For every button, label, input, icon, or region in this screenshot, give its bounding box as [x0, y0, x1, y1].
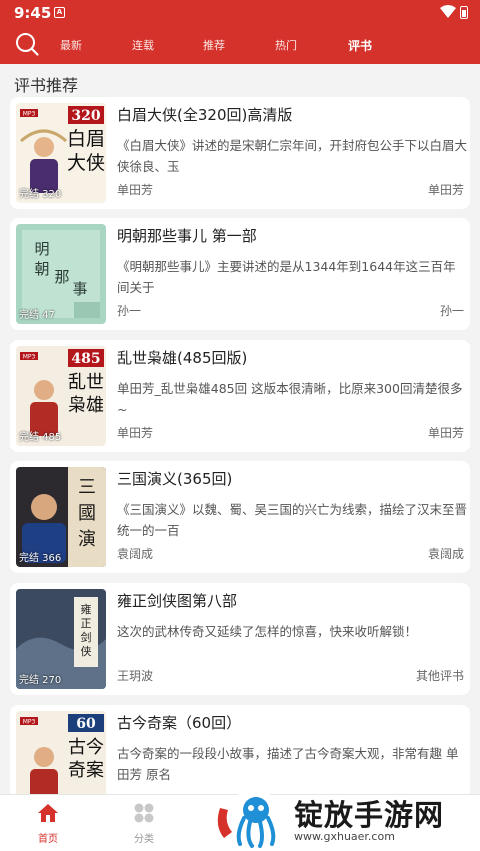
book-cover: 明 朝 那 事 完结 47 — [16, 224, 106, 324]
status-tag: 完结 47 — [19, 310, 55, 321]
book-author: 单田芳 — [117, 426, 154, 440]
svg-text:國: 國 — [78, 503, 96, 524]
book-title[interactable]: 古今奇案（60回） — [117, 712, 241, 733]
book-cover: 320 MP3 白眉 大侠 完结 320 — [16, 103, 106, 203]
book-description: 《明朝那些事儿》主要讲述的是从1344年到1644年这三百年间关于 — [117, 259, 456, 295]
home-icon — [38, 804, 58, 822]
watermark-logo — [217, 790, 284, 850]
watermark-url: www.gxhuaer.com — [294, 830, 395, 843]
book-title[interactable]: 雍正剑侠图第八部 — [117, 590, 237, 611]
svg-text:正: 正 — [81, 617, 92, 630]
bottom-tab-category[interactable]: 分类 — [114, 803, 174, 845]
tab-popular[interactable]: 热门 — [275, 37, 297, 53]
book-description: 单田芳_乱世枭雄485回 这版本很清晰，比原来300回清楚很多~ — [117, 381, 463, 417]
book-category: 单田芳 — [427, 426, 464, 440]
svg-text:那: 那 — [54, 268, 69, 286]
tab-pingshu[interactable]: 评书 — [348, 37, 372, 54]
svg-text:MP3: MP3 — [23, 111, 36, 118]
book-cover: 雍 正 剑 侠 完结 270 — [16, 589, 106, 689]
svg-text:乱世: 乱世 — [68, 372, 104, 393]
svg-text:朝: 朝 — [34, 260, 49, 278]
status-bar: 9:45 A — [0, 0, 480, 26]
bottom-tab-label: 分类 — [134, 834, 154, 845]
tab-latest[interactable]: 最新 — [60, 37, 82, 53]
svg-text:枭雄: 枭雄 — [68, 395, 104, 416]
book-card[interactable]: 雍 正 剑 侠 完结 270 雍正剑侠图第八部 这次的武林传奇又延续了怎样的惊喜… — [10, 583, 470, 695]
book-title[interactable]: 乱世枭雄(485回版) — [117, 347, 247, 368]
cover-badge: 320 — [71, 108, 100, 124]
book-author: 单田芳 — [117, 183, 154, 197]
status-time: 9:45 — [14, 4, 52, 22]
svg-text:三: 三 — [78, 477, 96, 498]
book-title[interactable]: 白眉大侠(全320回)高清版 — [117, 104, 292, 125]
book-author: 袁阔成 — [117, 547, 154, 561]
book-description: 这次的武林传奇又延续了怎样的惊喜，快来收听解锁！ — [117, 624, 418, 639]
status-tag: 完结 485 — [19, 432, 62, 443]
book-cover: 485 MP3 乱世 枭雄 完结 485 — [16, 346, 106, 446]
book-description: 《三国演义》以魏、蜀、吴三国的兴亡为线索，描绘了汉末至晋统一的一百 — [117, 502, 468, 538]
cover-badge: 485 — [71, 351, 100, 367]
svg-text:古今: 古今 — [68, 737, 104, 758]
book-author: 孙一 — [117, 304, 142, 318]
svg-text:雍: 雍 — [81, 602, 92, 616]
top-nav-bar: 最新 连载 推荐 热门 评书 — [0, 26, 480, 64]
svg-text:演: 演 — [78, 529, 96, 550]
status-tag: 完结 320 — [19, 189, 62, 200]
watermark: 锭放手游网 www.gxhuaer.com — [214, 786, 480, 851]
section-title: 评书推荐 — [14, 76, 79, 95]
tab-recommend[interactable]: 推荐 — [203, 37, 225, 53]
book-title[interactable]: 明朝那些事儿 第一部 — [117, 225, 257, 246]
book-description: 《白眉大侠》讲述的是宋朝仁宗年间，开封府包公手下以白眉大侠徐良、玉 — [117, 138, 468, 174]
svg-text:MP3: MP3 — [23, 719, 36, 726]
book-category: 孙一 — [439, 304, 464, 318]
book-card[interactable]: 明 朝 那 事 完结 47 明朝那些事儿 第一部 《明朝那些事儿》主要讲述的是从… — [10, 218, 470, 330]
svg-text:白眉: 白眉 — [67, 128, 105, 150]
book-card[interactable]: 485 MP3 乱世 枭雄 完结 485 乱世枭雄(485回版) 单田芳_乱世枭… — [10, 340, 470, 452]
bottom-tab-home[interactable]: 首页 — [18, 803, 78, 845]
status-tag: 完结 270 — [19, 675, 62, 686]
tab-serial[interactable]: 连载 — [132, 37, 154, 53]
svg-text:侠: 侠 — [81, 645, 92, 658]
book-cover: 三 國 演 完结 366 — [16, 467, 106, 567]
wifi-icon — [440, 5, 456, 18]
book-title[interactable]: 三国演义(365回) — [117, 468, 232, 489]
status-tag: 完结 366 — [19, 553, 62, 564]
book-card[interactable]: 320 MP3 白眉 大侠 完结 320 白眉大侠(全320回)高清版 《白眉大… — [10, 97, 470, 209]
svg-text:MP3: MP3 — [23, 354, 36, 361]
book-category: 袁阔成 — [427, 547, 464, 561]
cover-badge: 60 — [76, 716, 96, 732]
book-card[interactable]: 三 國 演 完结 366 三国演义(365回) 《三国演义》以魏、蜀、吴三国的兴… — [10, 461, 470, 573]
book-category: 单田芳 — [427, 183, 464, 197]
book-author: 王玥波 — [117, 669, 154, 683]
svg-text:事: 事 — [72, 280, 87, 298]
notification-icon: A — [54, 7, 65, 18]
bottom-tab-label: 首页 — [38, 834, 58, 845]
svg-text:奇案: 奇案 — [68, 760, 104, 781]
svg-text:大侠: 大侠 — [67, 152, 105, 174]
book-description: 古今奇案的一段段小故事，描述了古今奇案大观，非常有趣 单田芳 原名 — [117, 746, 459, 782]
battery-icon — [460, 6, 468, 19]
search-icon[interactable] — [14, 31, 40, 57]
watermark-text: 锭放手游网 — [294, 798, 445, 832]
grid-icon — [134, 803, 154, 823]
svg-text:明: 明 — [34, 240, 49, 258]
book-category: 其他评书 — [415, 669, 464, 683]
svg-text:剑: 剑 — [81, 630, 92, 644]
